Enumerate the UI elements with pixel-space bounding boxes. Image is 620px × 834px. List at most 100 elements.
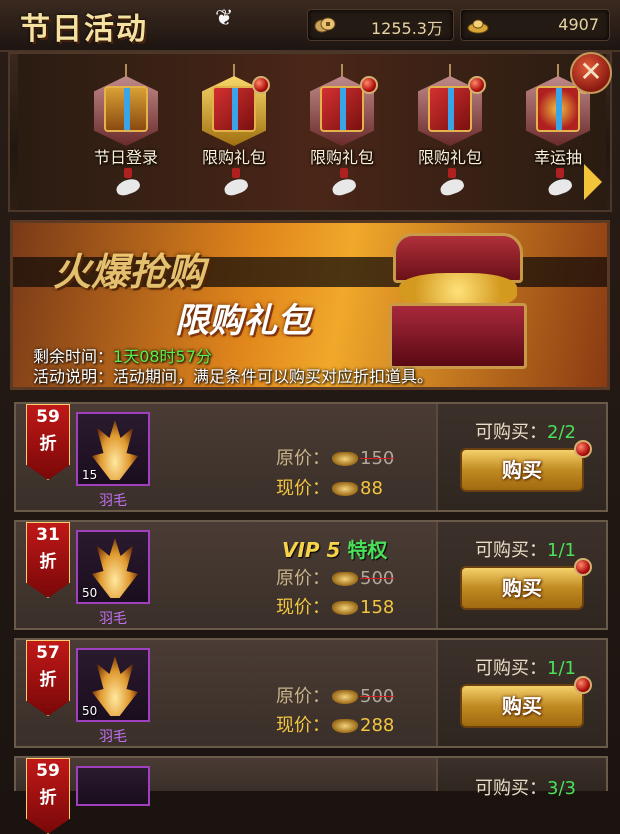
- butterfly-icon: ❦: [215, 6, 234, 31]
- discount-badge: 59 折: [26, 758, 70, 834]
- gift-box-icon: [536, 86, 580, 132]
- purchase-pane: 可购买：1/1 购买: [436, 522, 606, 628]
- treasure-chest-icon: [104, 86, 148, 132]
- close-icon[interactable]: ✕: [570, 52, 612, 94]
- current-price: 现价： 288: [276, 711, 394, 737]
- ingot-icon: [332, 719, 358, 733]
- tab-scroll-area[interactable]: 节日登录 限购礼包 限购礼包 限购礼包 幸运抽: [18, 54, 606, 210]
- top-bar: 节日活动 ❦ 1255.3万 4907: [0, 0, 620, 52]
- description-label: 活动说明：: [33, 367, 114, 386]
- gift-box-icon: [212, 86, 256, 132]
- event-window: 节日活动 ❦ 1255.3万 4907 节日登录 限购礼包 限购礼包 限购礼包 …: [0, 0, 620, 834]
- purchase-limit-value: 2/2: [547, 422, 576, 443]
- discount-value: 59: [36, 761, 60, 781]
- activity-tab-strip: 节日登录 限购礼包 限购礼包 限购礼包 幸运抽: [8, 52, 612, 271]
- banner-headline: 火爆抢购: [53, 250, 206, 294]
- pack-item: 59 折 可购买：3/3: [14, 756, 608, 834]
- item-name: 羽毛: [99, 729, 127, 745]
- ingot-icon: [332, 601, 358, 615]
- notification-dot: [574, 440, 592, 458]
- tab-label: 限购礼包: [309, 148, 374, 167]
- discount-value: 59: [36, 407, 60, 427]
- discount-badge: 57 折: [26, 640, 70, 716]
- buy-button-label: 购买: [502, 694, 542, 718]
- tassel-decoration: [546, 168, 574, 198]
- ingot-icon: [332, 452, 358, 466]
- gift-box-icon: [320, 86, 364, 132]
- ingot-icon: [332, 690, 358, 704]
- current-price-label: 现价：: [276, 478, 330, 499]
- current-price-label: 现价：: [276, 715, 330, 736]
- feather-icon: [92, 420, 138, 480]
- purchase-limit-value: 1/1: [547, 658, 576, 679]
- tassel-decoration: [330, 168, 358, 198]
- description-value: 活动期间，满足条件可以购买对应折扣道具。: [113, 367, 434, 386]
- notification-dot: [574, 558, 592, 576]
- buy-button[interactable]: 购买: [460, 558, 592, 610]
- purchase-limit: 可购买：3/3: [475, 774, 576, 800]
- pack-item: 57 折 50 羽毛 原价： 500 现价： 288 可购买：1/1 购买: [14, 638, 608, 748]
- discount-unit: 折: [39, 788, 57, 808]
- original-price-label: 原价：: [276, 686, 330, 707]
- tassel-decoration: [114, 168, 142, 198]
- item-quantity: 50: [82, 586, 98, 600]
- original-price-value: 150: [360, 448, 395, 469]
- purchase-pane: 可购买：1/1 购买: [436, 640, 606, 746]
- item-quantity: 15: [82, 468, 98, 482]
- arrow-right-icon[interactable]: [584, 164, 602, 200]
- event-description: 活动说明：活动期间，满足条件可以购买对应折扣道具。: [33, 363, 433, 387]
- item-name: 羽毛: [99, 493, 127, 509]
- vip-level: VIP 5: [282, 538, 341, 562]
- feather-icon: [92, 538, 138, 598]
- gift-box-icon: [428, 86, 472, 132]
- discount-unit: 折: [39, 552, 57, 572]
- event-banner: 火爆抢购 限购礼包 剩余时间：1天08时57分 活动说明：活动期间，满足条件可以…: [10, 220, 610, 390]
- coin-amount: 1255.3万: [371, 19, 443, 38]
- purchase-limit: 可购买：1/1: [475, 536, 576, 562]
- item-slot[interactable]: 50: [76, 648, 150, 722]
- purchase-limit: 可购买：2/2: [475, 418, 576, 444]
- tassel-decoration: [438, 168, 466, 198]
- tab-hanger: [557, 64, 559, 78]
- tab-hanger: [233, 64, 235, 78]
- tab-hanger: [341, 64, 343, 78]
- tab-festival-login[interactable]: 节日登录: [76, 64, 176, 210]
- vip-requirement: VIP 5 特权: [282, 534, 387, 563]
- ingot-icon: [332, 572, 358, 586]
- tassel-decoration: [222, 168, 250, 198]
- tab-label: 节日登录: [93, 148, 158, 167]
- purchase-limit-label: 可购买：: [475, 540, 548, 561]
- current-price-value: 88: [360, 478, 383, 499]
- coin-icon: [314, 17, 336, 33]
- current-price: 现价： 158: [276, 593, 394, 619]
- original-price-label: 原价：: [276, 448, 330, 469]
- discount-value: 31: [36, 525, 60, 545]
- original-price-label: 原价：: [276, 568, 330, 589]
- pack-item: 59 折 15 羽毛 原价： 150 现价： 88 可购买：2/2 购买: [14, 402, 608, 512]
- buy-button[interactable]: 购买: [460, 676, 592, 728]
- notification-dot: [574, 676, 592, 694]
- purchase-pane: 可购买：3/3: [436, 758, 606, 799]
- original-price: 原价： 150: [276, 444, 394, 470]
- purchase-limit-label: 可购买：: [475, 658, 548, 679]
- pack-item: 31 折 50 羽毛 VIP 5 特权 原价： 500 现价： 158 可购买：1/…: [14, 520, 608, 630]
- discount-badge: 59 折: [26, 404, 70, 480]
- tab-limited-pack-1[interactable]: 限购礼包: [184, 64, 284, 210]
- item-slot[interactable]: [76, 766, 150, 806]
- original-price: 原价： 500: [276, 564, 394, 590]
- purchase-limit-value: 3/3: [547, 778, 576, 799]
- current-price-value: 158: [360, 597, 395, 618]
- discount-unit: 折: [39, 670, 57, 690]
- tab-limited-pack-2[interactable]: 限购礼包: [292, 64, 392, 210]
- tab-hanger: [449, 64, 451, 78]
- ingot-icon: [332, 482, 358, 496]
- item-slot[interactable]: 15: [76, 412, 150, 486]
- tab-limited-pack-3[interactable]: 限购礼包: [400, 64, 500, 210]
- current-price-value: 288: [360, 715, 395, 736]
- vip-suffix: 特权: [347, 538, 388, 562]
- purchase-limit-label: 可购买：: [475, 778, 548, 799]
- tab-label: 限购礼包: [417, 148, 482, 167]
- item-slot[interactable]: 50: [76, 530, 150, 604]
- purchase-limit-label: 可购买：: [475, 422, 548, 443]
- buy-button[interactable]: 购买: [460, 440, 592, 492]
